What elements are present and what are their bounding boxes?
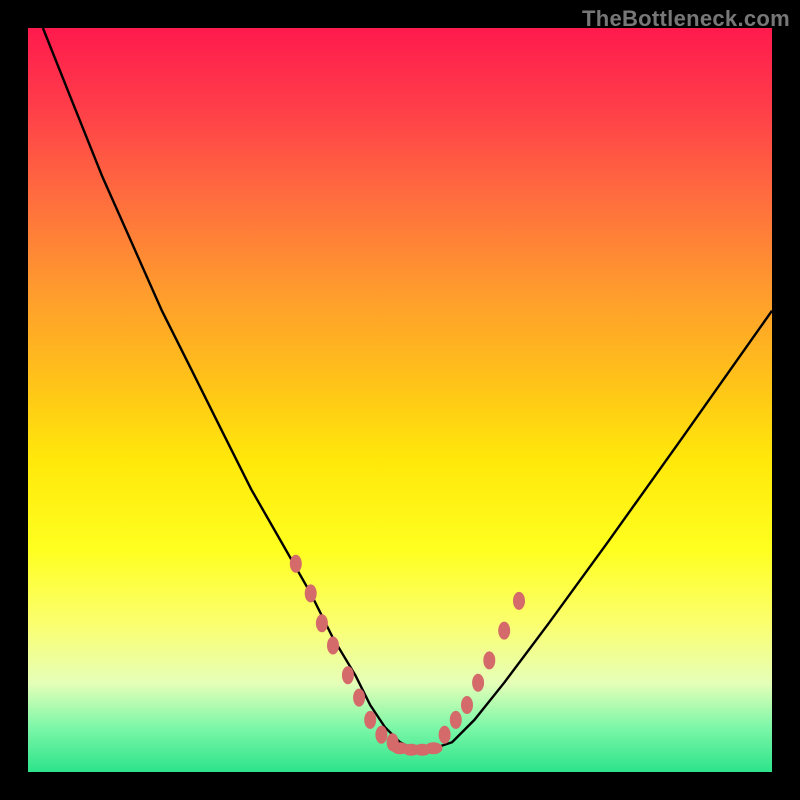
data-marker (327, 637, 339, 655)
data-marker (498, 622, 510, 640)
data-marker (290, 555, 302, 573)
data-marker (316, 614, 328, 632)
data-marker (353, 689, 365, 707)
data-marker (364, 711, 376, 729)
plot-area (28, 28, 772, 772)
data-marker (425, 742, 443, 754)
data-marker (513, 592, 525, 610)
data-markers (290, 555, 525, 756)
data-marker (472, 674, 484, 692)
data-marker (439, 726, 451, 744)
bottleneck-curve (43, 28, 772, 750)
data-marker (461, 696, 473, 714)
data-marker (342, 666, 354, 684)
data-marker (483, 651, 495, 669)
data-marker (450, 711, 462, 729)
watermark-text: TheBottleneck.com (582, 6, 790, 32)
curve-layer (28, 28, 772, 772)
data-marker (305, 584, 317, 602)
chart-frame: TheBottleneck.com (0, 0, 800, 800)
data-marker (375, 726, 387, 744)
